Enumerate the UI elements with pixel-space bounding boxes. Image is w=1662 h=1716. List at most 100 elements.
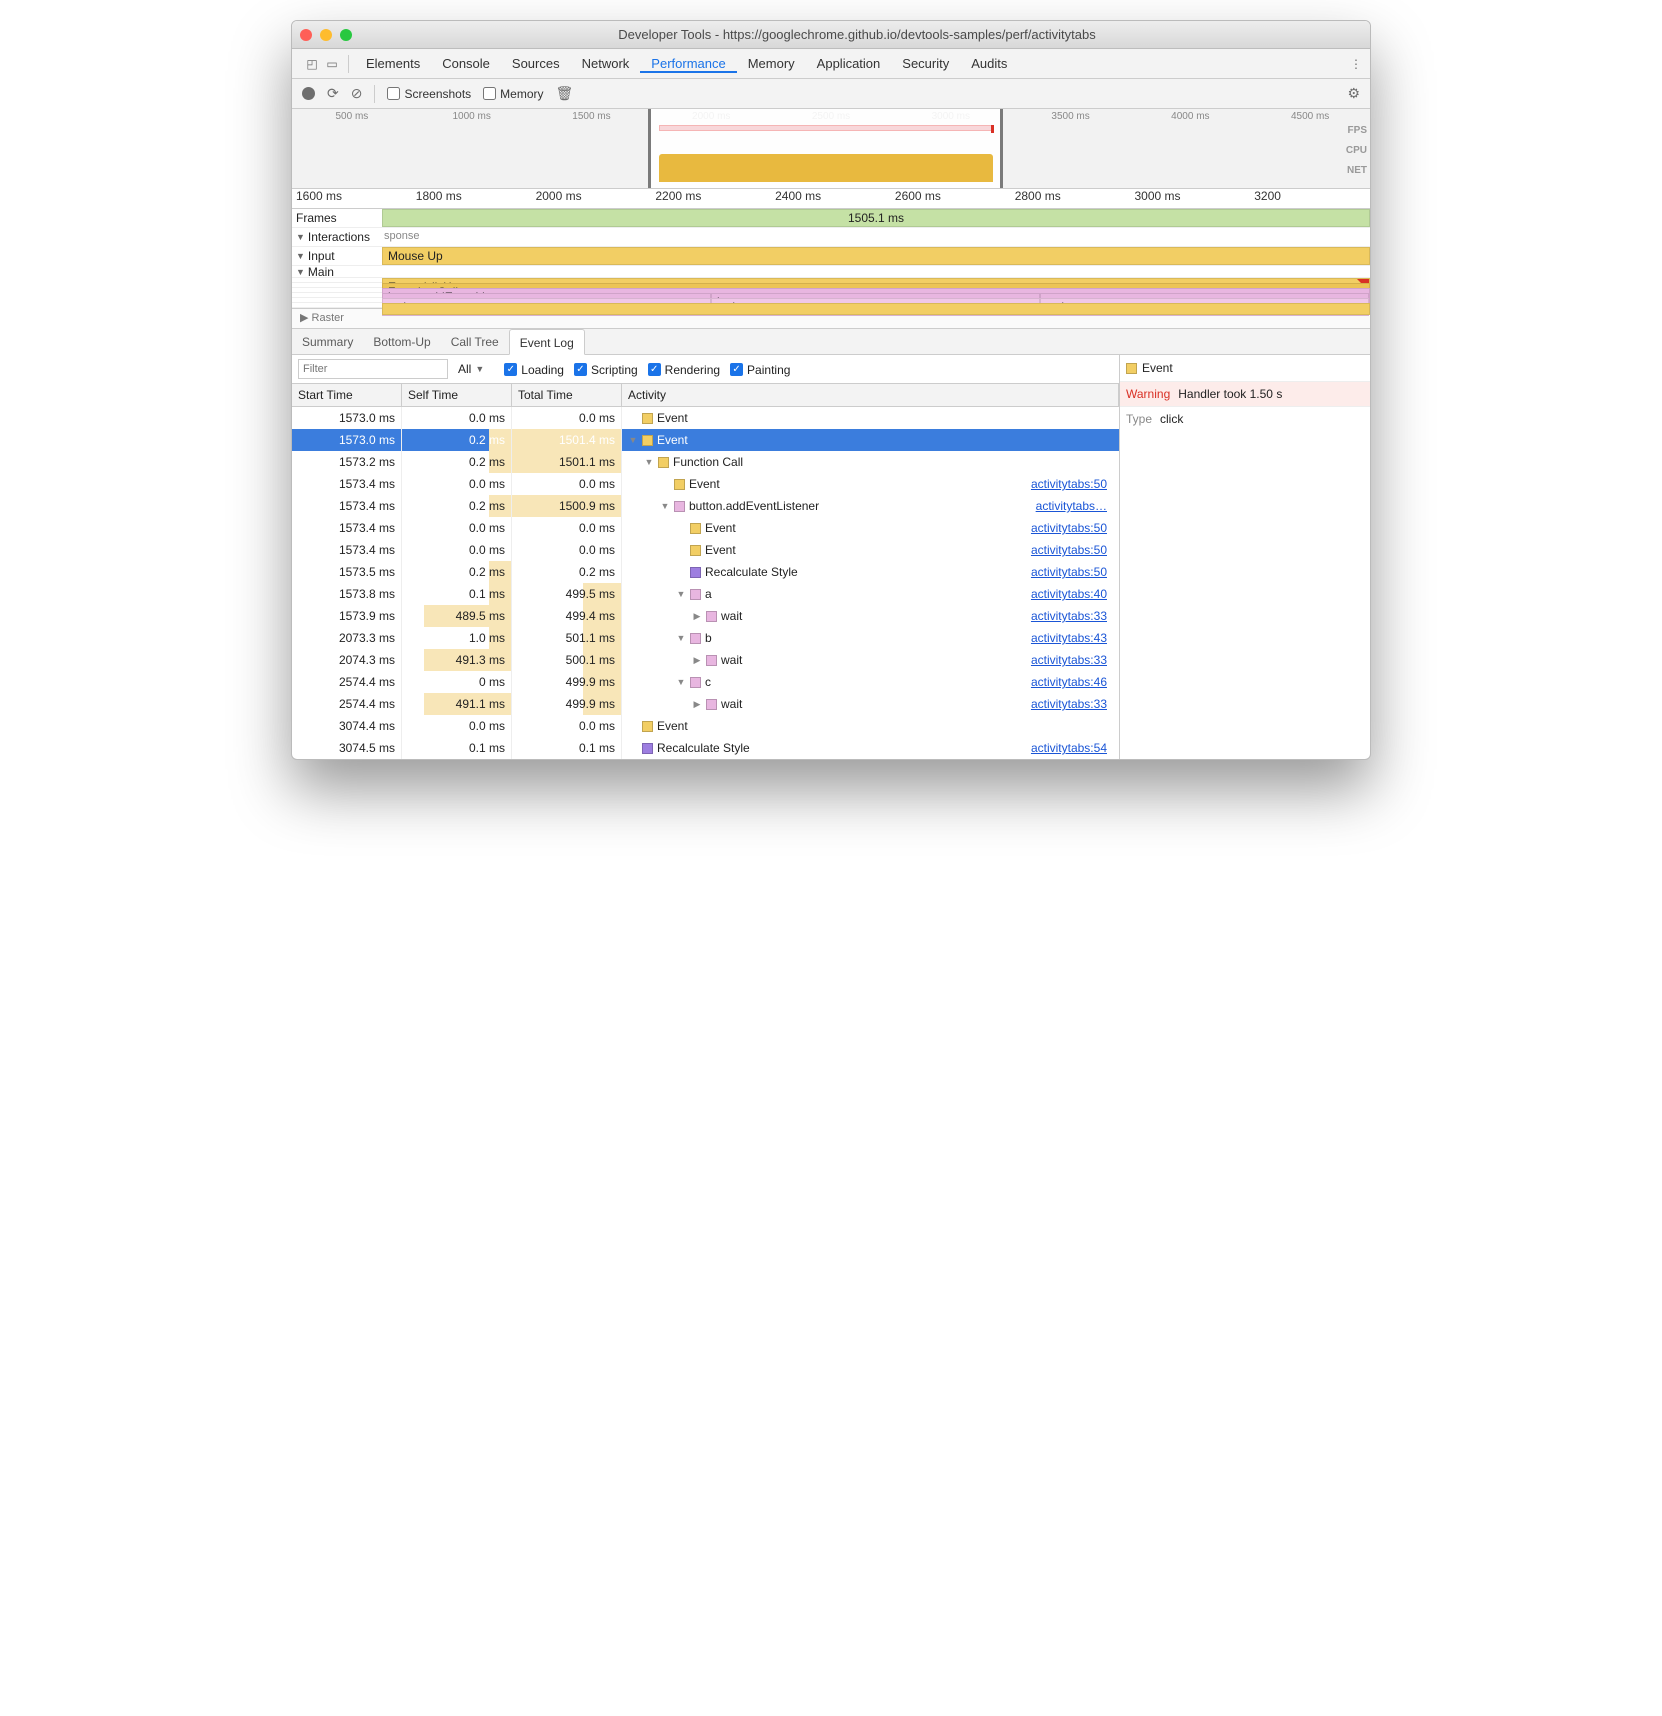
source-link[interactable]: activitytabs:40 xyxy=(1031,583,1113,605)
table-row[interactable]: 1573.4 ms0.0 ms0.0 msEventactivitytabs:5… xyxy=(292,517,1119,539)
timeline-ruler: 1600 ms1800 ms2000 ms2200 ms2400 ms2600 … xyxy=(292,189,1370,209)
scrollbar[interactable] xyxy=(1370,209,1371,269)
table-row[interactable]: 1573.8 ms0.1 ms499.5 ms▼aactivitytabs:40 xyxy=(292,583,1119,605)
btab-summary[interactable]: Summary xyxy=(292,329,363,355)
tab-console[interactable]: Console xyxy=(431,56,501,71)
activity-name: a xyxy=(705,583,712,605)
memory-checkbox[interactable]: Memory xyxy=(483,87,543,101)
table-row[interactable]: 1573.5 ms0.2 ms0.2 msRecalculate Styleac… xyxy=(292,561,1119,583)
kebab-icon[interactable]: ⋮ xyxy=(1350,57,1370,71)
source-link[interactable]: activitytabs:46 xyxy=(1031,671,1113,693)
activity-name: Event xyxy=(705,539,736,561)
interactions-label[interactable]: ▼Interactions xyxy=(292,228,382,246)
table-row[interactable]: 2074.3 ms491.3 ms500.1 ms▶waitactivityta… xyxy=(292,649,1119,671)
btab-event-log[interactable]: Event Log xyxy=(509,329,585,355)
source-link[interactable]: activitytabs:50 xyxy=(1031,473,1113,495)
table-row[interactable]: 1573.4 ms0.2 ms1500.9 ms▼button.addEvent… xyxy=(292,495,1119,517)
activity-swatch xyxy=(674,501,685,512)
frames-label[interactable]: Frames xyxy=(292,209,382,227)
table-row[interactable]: 2073.3 ms1.0 ms501.1 ms▼bactivitytabs:43 xyxy=(292,627,1119,649)
activity-swatch xyxy=(642,413,653,424)
activity-swatch xyxy=(658,457,669,468)
overview-pane[interactable]: 500 ms1000 ms1500 ms2000 ms2500 ms3000 m… xyxy=(292,109,1370,189)
activity-name: wait xyxy=(721,693,742,715)
btab-call-tree[interactable]: Call Tree xyxy=(441,329,509,355)
source-link[interactable]: activitytabs:50 xyxy=(1031,517,1113,539)
source-link[interactable]: activitytabs:50 xyxy=(1031,561,1113,583)
activity-swatch xyxy=(706,611,717,622)
filter-row: All ▼ ✓Loading ✓Scripting ✓Rendering ✓Paint… xyxy=(292,355,1119,384)
type-row: Typeclick xyxy=(1120,407,1370,431)
activity-swatch xyxy=(674,479,685,490)
titlebar: Developer Tools - https://googlechrome.g… xyxy=(292,21,1370,49)
filter-check-scripting[interactable]: ✓Scripting xyxy=(574,363,638,377)
minimize-icon[interactable] xyxy=(320,29,332,41)
tab-memory[interactable]: Memory xyxy=(737,56,806,71)
clear-icon[interactable]: ⊘ xyxy=(351,85,363,102)
gear-icon[interactable]: ⚙ xyxy=(1347,85,1360,102)
activity-name: Recalculate Style xyxy=(657,737,750,759)
detail-heading: Event xyxy=(1142,361,1173,375)
source-link[interactable]: activitytabs:54 xyxy=(1031,737,1113,759)
table-row[interactable]: 2574.4 ms491.1 ms499.9 ms▶waitactivityta… xyxy=(292,693,1119,715)
source-link[interactable]: activitytabs:33 xyxy=(1031,649,1113,671)
table-row[interactable]: 2574.4 ms0 ms499.9 ms▼cactivitytabs:46 xyxy=(292,671,1119,693)
table-row[interactable]: 1573.4 ms0.0 ms0.0 msEventactivitytabs:5… xyxy=(292,539,1119,561)
flame-chart[interactable]: Frames 1505.1 ms ▼Interactions sponse ▼I… xyxy=(292,209,1370,329)
tab-security[interactable]: Security xyxy=(891,56,960,71)
filter-dropdown[interactable]: All ▼ xyxy=(458,362,484,376)
close-icon[interactable] xyxy=(300,29,312,41)
table-row[interactable]: 1573.4 ms0.0 ms0.0 msEventactivitytabs:5… xyxy=(292,473,1119,495)
record-button[interactable] xyxy=(302,87,315,100)
activity-swatch xyxy=(706,699,717,710)
cpu-strip xyxy=(659,154,993,182)
input-label[interactable]: ▼Input xyxy=(292,247,382,265)
table-header: Start Time Self Time Total Time Activity xyxy=(292,384,1119,407)
frame-bar[interactable]: 1505.1 ms xyxy=(382,209,1370,227)
activity-name: Recalculate Style xyxy=(705,561,798,583)
source-link[interactable]: activitytabs… xyxy=(1036,495,1113,517)
activity-swatch xyxy=(690,545,701,556)
tab-sources[interactable]: Sources xyxy=(501,56,571,71)
zoom-icon[interactable] xyxy=(340,29,352,41)
tab-performance[interactable]: Performance xyxy=(640,56,736,73)
source-link[interactable]: activitytabs:43 xyxy=(1031,627,1113,649)
filter-input[interactable] xyxy=(298,359,448,379)
tab-application[interactable]: Application xyxy=(806,56,892,71)
fps-strip xyxy=(659,125,993,131)
window-title: Developer Tools - https://googlechrome.g… xyxy=(352,27,1362,42)
tab-network[interactable]: Network xyxy=(571,56,641,71)
activity-name: Event xyxy=(657,715,688,737)
source-link[interactable]: activitytabs:33 xyxy=(1031,605,1113,627)
filter-check-loading[interactable]: ✓Loading xyxy=(504,363,564,377)
activity-name: Event xyxy=(689,473,720,495)
device-icon[interactable]: ▭ xyxy=(322,57,342,71)
table-row[interactable]: 1573.2 ms0.2 ms1501.1 ms▼Function Call xyxy=(292,451,1119,473)
table-row[interactable]: 3074.5 ms0.1 ms0.1 msRecalculate Styleac… xyxy=(292,737,1119,759)
main-label[interactable]: ▼Main xyxy=(292,266,382,277)
source-link[interactable]: activitytabs:33 xyxy=(1031,693,1113,715)
main-tabbar: ◰ ▭ ElementsConsoleSourcesNetworkPerform… xyxy=(292,49,1370,79)
activity-name: Event xyxy=(705,517,736,539)
source-link[interactable]: activitytabs:50 xyxy=(1031,539,1113,561)
activity-swatch xyxy=(642,435,653,446)
table-row[interactable]: 1573.0 ms0.0 ms0.0 msEvent xyxy=(292,407,1119,429)
btab-bottom-up[interactable]: Bottom-Up xyxy=(363,329,440,355)
activity-name: button.addEventListener xyxy=(689,495,819,517)
trash-icon[interactable]: 🗑 xyxy=(556,85,574,102)
detail-pane: Event WarningHandler took 1.50 s Typecli… xyxy=(1120,355,1370,759)
table-row[interactable]: 1573.9 ms489.5 ms499.4 ms▶waitactivityta… xyxy=(292,605,1119,627)
activity-swatch xyxy=(690,633,701,644)
activity-name: Function Call xyxy=(673,451,743,473)
tab-audits[interactable]: Audits xyxy=(960,56,1018,71)
tab-elements[interactable]: Elements xyxy=(355,56,431,71)
screenshots-checkbox[interactable]: Screenshots xyxy=(387,87,471,101)
reload-icon[interactable]: ⟳ xyxy=(327,85,339,102)
filter-check-rendering[interactable]: ✓Rendering xyxy=(648,363,720,377)
activity-swatch xyxy=(706,655,717,666)
input-bar[interactable]: Mouse Up xyxy=(382,247,1370,265)
filter-check-painting[interactable]: ✓Painting xyxy=(730,363,790,377)
table-row[interactable]: 1573.0 ms0.2 ms1501.4 ms▼Event xyxy=(292,429,1119,451)
table-row[interactable]: 3074.4 ms0.0 ms0.0 msEvent xyxy=(292,715,1119,737)
inspect-icon[interactable]: ◰ xyxy=(302,57,322,71)
